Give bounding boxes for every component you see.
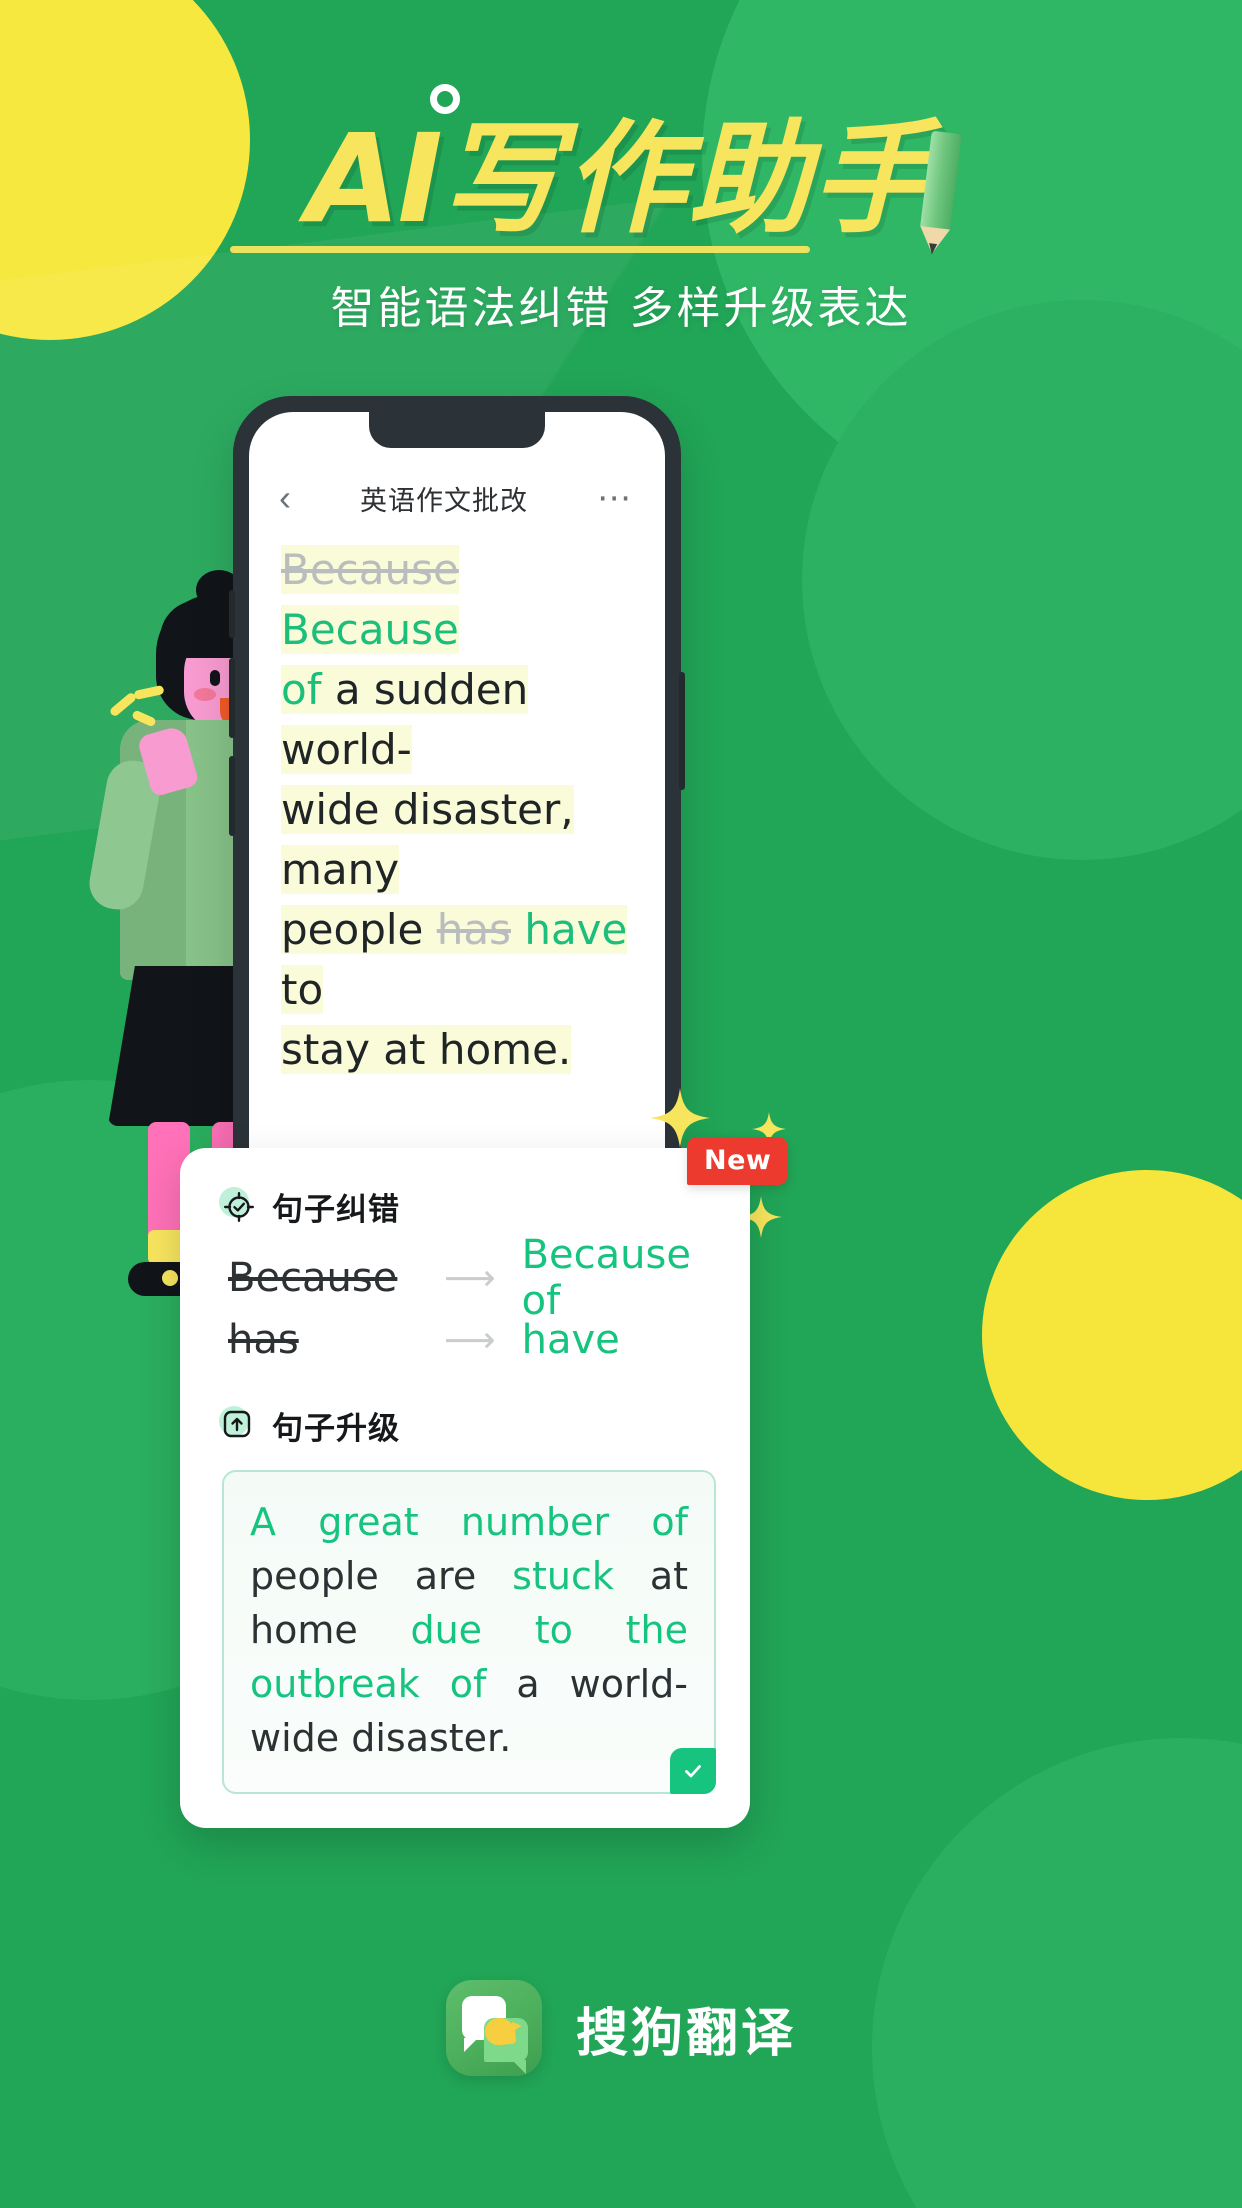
upgrade-accent-2: stuck <box>512 1553 614 1598</box>
brand-name: 搜狗翻译 <box>575 2003 796 2064</box>
correction-old-text: has <box>228 1317 299 1363</box>
correction-new-text: have <box>521 1317 620 1363</box>
phone-mute-switch <box>229 590 235 638</box>
bg-blob-yellow-right <box>982 1170 1242 1500</box>
footer-brand: 搜狗翻译 <box>0 1980 1242 2076</box>
chevron-left-icon[interactable]: ‹ <box>279 480 291 516</box>
arrow-right-icon: ⟶ <box>444 1257 496 1298</box>
essay-fix-1: Because <box>281 605 459 655</box>
correction-section-title: 句子纠错 <box>272 1192 400 1228</box>
phone-volume-up <box>229 658 235 738</box>
essay-fix-3: have <box>524 905 628 955</box>
hero-title: AI写作助手 <box>296 84 962 256</box>
essay-line-5: stay at home. <box>281 1025 572 1075</box>
essay-strike-2: has <box>436 905 511 955</box>
hero-title-cjk: 写作助手 <box>439 108 936 250</box>
new-badge: New <box>687 1137 789 1185</box>
sogou-translate-logo <box>445 1980 542 2076</box>
correction-new-text: Because of <box>521 1232 691 1324</box>
essay-line-4: people has have to <box>281 905 628 1015</box>
upload-box-icon <box>219 1405 256 1443</box>
phone-volume-down <box>229 756 235 836</box>
upgrade-section-header: 句子升级 <box>219 1403 716 1448</box>
correction-row[interactable]: Because ⟶ Because of <box>228 1232 716 1324</box>
bg-blob-green-bottom-right <box>872 1738 1242 2208</box>
essay-line-4-pre: people <box>281 905 437 955</box>
correction-old-text: Because <box>228 1255 398 1301</box>
essay-line-4-post: to <box>281 965 324 1015</box>
upgrade-accent-1: A great number of <box>250 1500 688 1544</box>
essay-line-1: Because Because <box>281 545 459 655</box>
correction-list: Because ⟶ Because of has ⟶ have <box>228 1232 716 1371</box>
essay-line-3: wide disaster, many <box>281 785 574 895</box>
suggestion-card: 句子纠错 Because ⟶ Because of has ⟶ have 句子升… <box>180 1148 750 1828</box>
hero-title-latin: AI <box>306 108 443 250</box>
essay-strike-1: Because <box>281 545 459 594</box>
apply-suggestion-button[interactable] <box>670 1747 716 1794</box>
phone-power-button <box>679 672 685 790</box>
app-page-title: 英语作文批改 <box>360 485 528 517</box>
phone-notch <box>369 412 545 448</box>
upgrade-plain-1: people are <box>250 1553 513 1598</box>
hero-subtitle: 智能语法纠错 多样升级表达 <box>330 283 912 334</box>
app-navbar: ‹ 英语作文批改 ⋯ <box>249 468 665 528</box>
upgraded-sentence-text: A great number of people are stuck at ho… <box>250 1496 688 1766</box>
essay-fix-2: of <box>281 665 322 715</box>
circle-dot-icon <box>430 84 461 114</box>
essay-text-body: Because Because of a sudden world- wide … <box>281 540 637 1080</box>
ellipsis-icon[interactable]: ⋯ <box>597 480 635 515</box>
upgrade-section-title: 句子升级 <box>272 1411 400 1447</box>
upgraded-sentence-box[interactable]: A great number of people are stuck at ho… <box>222 1470 716 1794</box>
hero-headline-wrapper: AI写作助手 <box>0 84 1242 256</box>
essay-line-2: of a sudden world- <box>281 665 529 775</box>
target-check-icon <box>219 1186 256 1224</box>
check-icon <box>685 1764 701 1778</box>
arrow-right-icon: ⟶ <box>444 1319 496 1360</box>
correction-section-header: 句子纠错 <box>219 1184 716 1229</box>
